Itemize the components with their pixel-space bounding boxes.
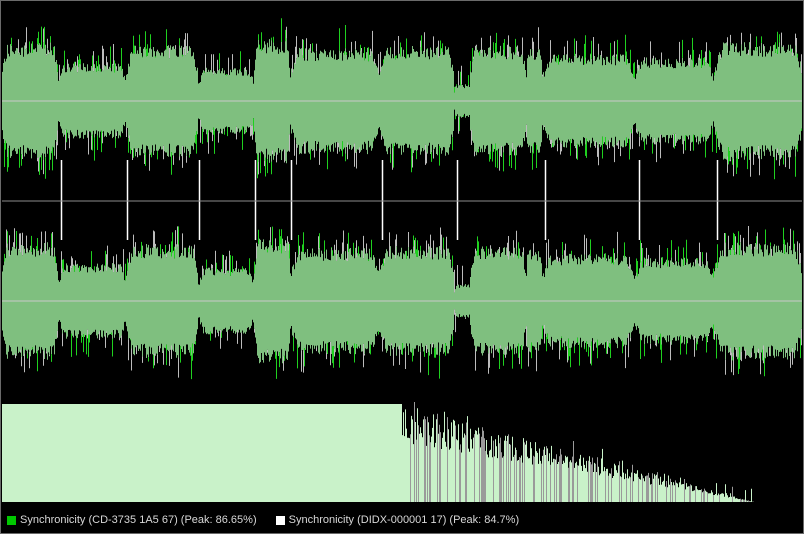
legend-item-track-b: Synchronicity (DIDX-000001 17) (Peak: 84…: [275, 514, 520, 526]
legend-swatch-track-b: [275, 515, 285, 525]
legend-swatch-track-a: [7, 515, 16, 525]
legend-label-track-a: Synchronicity (CD-3735 1A5 67) (Peak: 86…: [20, 514, 257, 526]
waveform-channel-2: [2, 226, 802, 380]
waveform-channel-1: [2, 18, 802, 180]
spectrum-panel: [2, 402, 754, 502]
comparison-window: Synchronicity (CD-3735 1A5 67) (Peak: 86…: [0, 0, 804, 534]
waveform-view[interactable]: [2, 2, 802, 532]
legend-label-track-b: Synchronicity (DIDX-000001 17) (Peak: 84…: [288, 514, 520, 526]
segment-markers: [60, 160, 719, 240]
legend: Synchronicity (CD-3735 1A5 67) (Peak: 86…: [2, 509, 802, 531]
legend-item-track-a: Synchronicity (CD-3735 1A5 67) (Peak: 86…: [7, 514, 257, 526]
